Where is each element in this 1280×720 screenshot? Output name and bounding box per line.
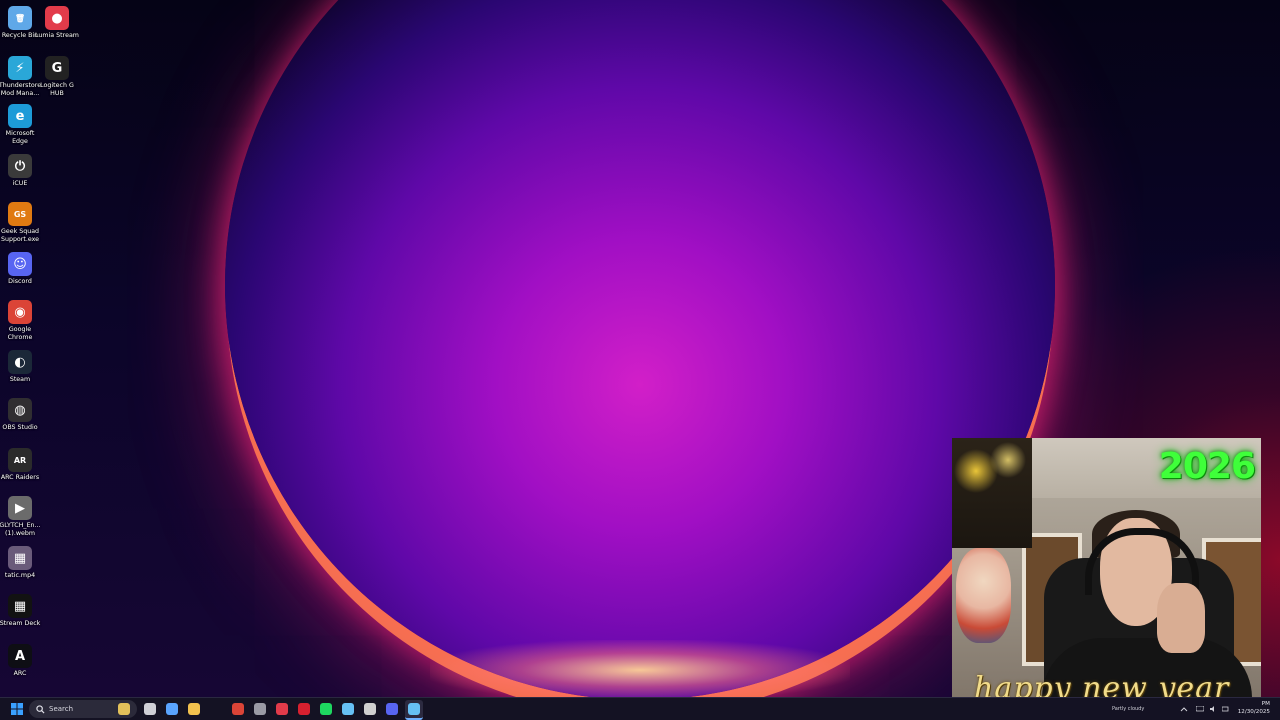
desktop-icon-label: Discord bbox=[8, 278, 32, 285]
obs-studio-icon: ◍ bbox=[8, 398, 32, 422]
stream-deck-icon: ▦ bbox=[8, 594, 32, 618]
webcam-year-text: 2026 bbox=[1158, 446, 1256, 487]
geek-squad-icon: GS bbox=[8, 202, 32, 226]
taskbar: Partly cloudy PM 12/30/2025 bbox=[0, 697, 1280, 720]
battery-icon[interactable] bbox=[1222, 706, 1230, 712]
desktop-icon-label: Stream Deck bbox=[0, 620, 41, 627]
discord-icon: ☺ bbox=[8, 252, 32, 276]
desktop-icon[interactable]: ▦ Stream Deck bbox=[0, 594, 40, 628]
wallpaper-glow bbox=[430, 640, 850, 697]
icue-icon: ⏻ bbox=[8, 154, 32, 178]
arc-icon: A bbox=[8, 644, 32, 668]
network-icon[interactable] bbox=[1196, 706, 1204, 712]
desktop-icon-label: tatic.mp4 bbox=[4, 572, 36, 579]
discord-icon bbox=[386, 703, 398, 715]
webcam-plush-toy bbox=[956, 548, 1011, 643]
desktop-icon-label: Microsoft Edge bbox=[5, 130, 35, 145]
app-red-icon bbox=[298, 703, 310, 715]
desktop-icon[interactable]: ☺ Discord bbox=[0, 252, 40, 286]
desktop-icon[interactable]: ⏻ iCUE bbox=[0, 154, 40, 188]
desktop-icon[interactable]: e Microsoft Edge bbox=[0, 104, 40, 145]
desktop-icon[interactable]: ● Lumia Stream bbox=[35, 6, 79, 40]
taskbar-app-button[interactable] bbox=[185, 700, 203, 718]
recycle-bin-icon: 🗑 bbox=[8, 6, 32, 30]
desktop-icon-label: Steam bbox=[9, 376, 31, 383]
thunderstore-icon: ⚡ bbox=[8, 56, 32, 80]
steam-icon bbox=[342, 703, 354, 715]
copilot-icon bbox=[166, 703, 178, 715]
weather-widget[interactable]: Partly cloudy bbox=[1112, 706, 1144, 712]
taskbar-app-button[interactable] bbox=[361, 700, 379, 718]
desktop-icon[interactable]: GS Geek Squad Support.exe bbox=[0, 202, 40, 243]
desktop-icon-label: iCUE bbox=[12, 180, 28, 187]
search-icon bbox=[36, 704, 45, 714]
desktop-icon-label: ARC bbox=[13, 670, 27, 677]
lumia-stream-icon bbox=[276, 703, 288, 715]
folder-icon bbox=[188, 703, 200, 715]
desktop-icon-label: Geek Squad Support.exe bbox=[0, 228, 40, 243]
webcam-greeting-text: happy new year bbox=[974, 671, 1230, 697]
desktop-icon-label: Lumia Stream bbox=[35, 32, 79, 39]
taskbar-app-button[interactable] bbox=[115, 700, 133, 718]
taskbar-app-button[interactable] bbox=[273, 700, 291, 718]
search-input[interactable] bbox=[49, 705, 119, 713]
taskbar-app-button[interactable] bbox=[141, 700, 159, 718]
file-explorer-widget-icon bbox=[118, 703, 130, 715]
desktop-icon[interactable]: ◍ OBS Studio bbox=[0, 398, 40, 432]
taskbar-app-button[interactable] bbox=[163, 700, 181, 718]
desktop: 🗑 Recycle Bin ● Lumia Stream ⚡ Thunderstore M… bbox=[0, 0, 1280, 697]
desktop-icon-label: Google Chrome bbox=[7, 326, 33, 341]
edge-icon: e bbox=[8, 104, 32, 128]
taskbar-app-button[interactable] bbox=[251, 700, 269, 718]
webcam-person-hand bbox=[1157, 583, 1205, 653]
lumia-stream-icon: ● bbox=[45, 6, 69, 30]
app-icon bbox=[254, 703, 266, 715]
clock-date: 12/30/2025 bbox=[1237, 709, 1270, 715]
taskbar-app-button[interactable] bbox=[339, 700, 357, 718]
desktop-icon[interactable]: A ARC bbox=[0, 644, 40, 678]
desktop-icon[interactable]: ▦ tatic.mp4 bbox=[0, 546, 40, 580]
taskbar-app-button[interactable] bbox=[295, 700, 313, 718]
video-file-icon: ▶ bbox=[8, 496, 32, 520]
desktop-icon-label: ARC Raiders bbox=[0, 474, 40, 481]
windows-logo-icon bbox=[11, 703, 23, 715]
steam-icon: ◐ bbox=[8, 350, 32, 374]
desktop-icon[interactable]: ◉ Google Chrome bbox=[0, 300, 40, 341]
taskbar-app-button[interactable] bbox=[229, 700, 247, 718]
clock-time: PM bbox=[1261, 701, 1270, 707]
taskbar-app-button[interactable] bbox=[383, 700, 401, 718]
webcam-overlay: 2026 happy new year bbox=[952, 438, 1261, 697]
webcam-decor-lights bbox=[952, 438, 1032, 548]
steam-active-icon bbox=[408, 703, 420, 715]
chevron-up-icon[interactable] bbox=[1180, 706, 1188, 712]
desktop-icon[interactable]: ◐ Steam bbox=[0, 350, 40, 384]
task-view-icon bbox=[144, 703, 156, 715]
video-file-icon: ▦ bbox=[8, 546, 32, 570]
spotify-icon bbox=[320, 703, 332, 715]
desktop-icon[interactable]: ▶ GLYTCH_En... (1).webm bbox=[0, 496, 41, 537]
start-button[interactable] bbox=[8, 700, 26, 718]
taskbar-app-button[interactable] bbox=[317, 700, 335, 718]
chrome-icon bbox=[232, 703, 244, 715]
chrome-icon: ◉ bbox=[8, 300, 32, 324]
desktop-icon-label: OBS Studio bbox=[2, 424, 38, 431]
desktop-icon[interactable]: G Logitech G HUB bbox=[37, 56, 77, 97]
arc-raiders-icon: AR bbox=[8, 448, 32, 472]
desktop-icon[interactable]: AR ARC Raiders bbox=[0, 448, 40, 482]
logitech-g-hub-icon bbox=[364, 703, 376, 715]
taskbar-clock[interactable]: PM 12/30/2025 bbox=[1238, 700, 1270, 716]
logitech-g-hub-icon: G bbox=[45, 56, 69, 80]
desktop-icon-label: Logitech G HUB bbox=[40, 82, 74, 97]
taskbar-app-button[interactable] bbox=[405, 700, 423, 720]
volume-icon[interactable] bbox=[1210, 706, 1218, 712]
desktop-icon[interactable]: ⚡ Thunderstore Mod Mana... bbox=[0, 56, 41, 97]
desktop-icon-label: GLYTCH_En... (1).webm bbox=[0, 522, 41, 537]
desktop-icon[interactable]: 🗑 Recycle Bin bbox=[0, 6, 40, 40]
